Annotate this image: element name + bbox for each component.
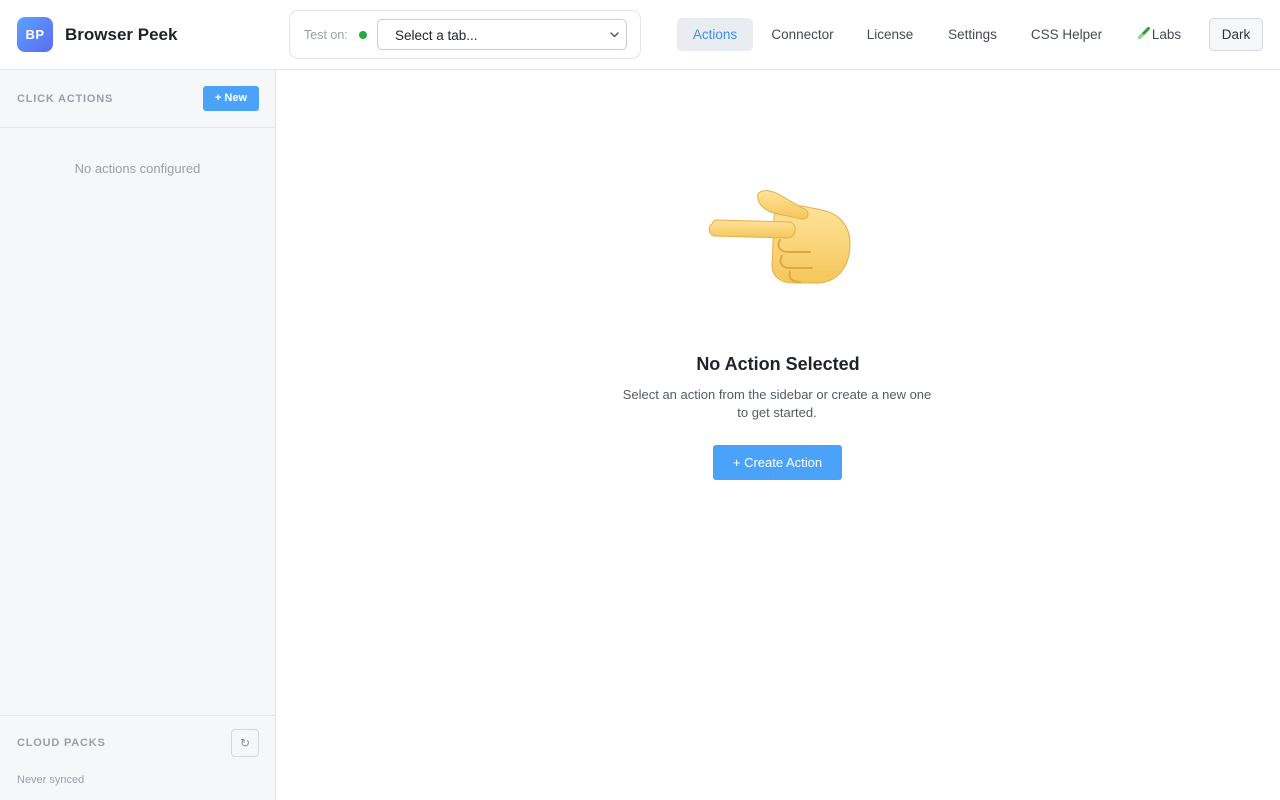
- nav-tab-connector[interactable]: Connector: [760, 18, 845, 51]
- refresh-icon: ↻: [239, 736, 251, 750]
- cloud-packs-section: CLOUD PACKS ↻ Never synced: [0, 715, 275, 800]
- empty-actions-message: No actions configured: [74, 161, 201, 176]
- app-title: Browser Peek: [65, 25, 178, 44]
- click-actions-title: CLICK ACTIONS: [17, 93, 114, 105]
- click-actions-header: CLICK ACTIONS + New: [0, 70, 275, 128]
- app-logo: BP: [17, 17, 53, 52]
- nav-tab-css-helper[interactable]: CSS Helper: [1022, 18, 1111, 51]
- nav-tab-actions[interactable]: Actions: [677, 18, 753, 51]
- test-on-panel: Test on: Select a tab...: [289, 10, 641, 59]
- tab-select-value: Select a tab...: [395, 28, 478, 43]
- nav-tab-label: CSS Helper: [1030, 27, 1103, 42]
- cloud-packs-title: CLOUD PACKS: [17, 737, 106, 749]
- create-action-button[interactable]: + Create Action: [713, 445, 842, 480]
- connection-status-dot: [359, 31, 367, 39]
- nav-tab-settings[interactable]: Settings: [937, 18, 1008, 51]
- empty-state-description: Select an action from the sidebar or cre…: [622, 387, 932, 420]
- pointing-left-hand-icon: [708, 190, 851, 284]
- nav-tab-label: Labs: [1151, 27, 1182, 42]
- empty-state-title: No Action Selected: [696, 354, 860, 374]
- app-header: BP Browser Peek Test on: Select a tab...…: [0, 0, 1280, 70]
- chevron-down-icon: [610, 32, 619, 38]
- nav-tab-label: Settings: [948, 27, 997, 42]
- theme-toggle-button[interactable]: Dark: [1209, 18, 1263, 51]
- sync-status: Never synced: [17, 774, 85, 786]
- refresh-button[interactable]: ↻: [231, 729, 259, 757]
- nav-tab-label: Actions: [692, 27, 738, 42]
- tab-select-dropdown[interactable]: Select a tab...: [377, 19, 627, 50]
- nav-tab-labs[interactable]: Labs: [1128, 18, 1190, 51]
- nav-tab-license[interactable]: License: [856, 18, 924, 51]
- test-on-label: Test on:: [304, 28, 348, 42]
- test-tube-icon: [1137, 27, 1150, 39]
- nav-tab-label: Connector: [771, 27, 834, 42]
- new-action-button[interactable]: + New: [203, 86, 259, 111]
- nav-tab-label: License: [866, 27, 914, 42]
- main-content: No Action Selected Select an action from…: [276, 70, 1280, 800]
- sidebar: CLICK ACTIONS + New No actions configure…: [0, 70, 276, 800]
